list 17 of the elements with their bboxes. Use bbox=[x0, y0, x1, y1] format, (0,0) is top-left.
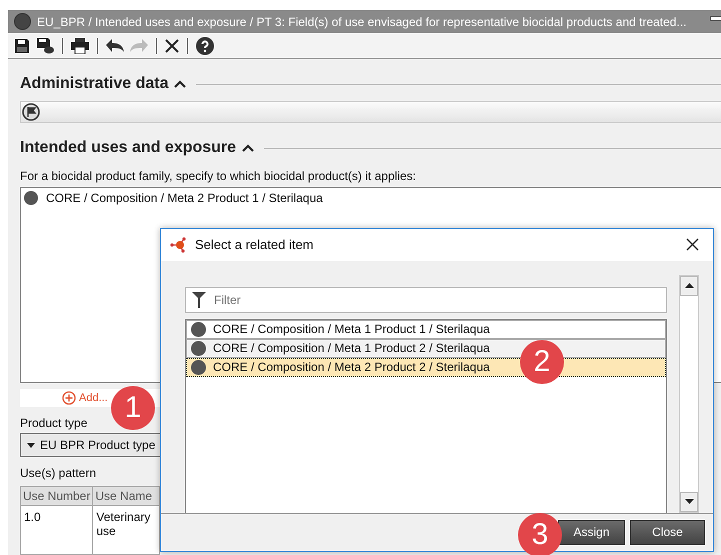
close-button[interactable]: Close bbox=[630, 520, 705, 545]
instruction-text: For a biocidal product family, specify to which biocidal product(s) it applies: bbox=[20, 169, 417, 183]
list-item[interactable]: CORE / Composition / Meta 1 Product 1 / Sterilaqua bbox=[186, 320, 666, 339]
window-title: EU_BPR / Intended uses and exposure / PT 3: Field(s) of use envisaged for representative biocidal products and treated... bbox=[37, 14, 686, 29]
section-heading: Intended uses and exposure bbox=[20, 139, 236, 157]
field-label: Use(s) pattern bbox=[20, 466, 98, 480]
table-cell: 1.0 bbox=[20, 506, 93, 554]
filter-field[interactable]: Filter bbox=[185, 286, 667, 313]
linked-item[interactable]: CORE / Composition / Meta 2 Product 1 / Sterilaqua bbox=[46, 191, 323, 205]
column-header[interactable]: Use Number bbox=[20, 486, 93, 506]
filter-input[interactable]: Filter bbox=[212, 292, 666, 308]
dialog-title: Select a related item bbox=[195, 237, 314, 252]
column-header[interactable]: Use Name bbox=[92, 486, 160, 506]
table-cell: Veterinary use bbox=[92, 506, 160, 554]
section-heading: Administrative data bbox=[20, 75, 168, 93]
assign-button[interactable]: Assign bbox=[558, 520, 625, 545]
field-label: Product type bbox=[20, 416, 88, 430]
